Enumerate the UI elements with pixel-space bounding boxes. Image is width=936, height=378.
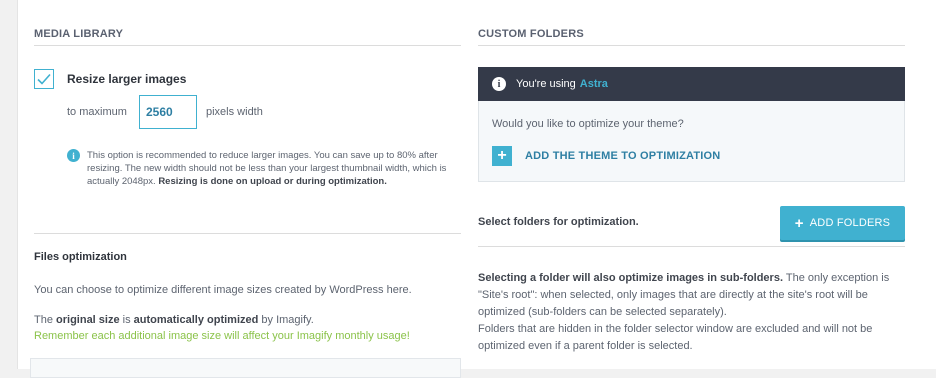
banner-text: You're using Astra [516, 78, 608, 90]
image-sizes-box [30, 358, 461, 378]
add-folders-button[interactable]: + ADD FOLDERS [780, 206, 905, 240]
theme-box [478, 101, 905, 182]
select-folders-title: Select folders for optimization. [478, 216, 639, 228]
text: by Imagify. [258, 314, 314, 326]
divider [34, 45, 461, 46]
theme-question: Would you like to optimize your theme? [492, 118, 684, 130]
theme-name: Astra [579, 78, 608, 90]
info-icon: i [67, 149, 80, 162]
divider [34, 233, 461, 234]
custom-folders-title: CUSTOM FOLDERS [478, 28, 584, 40]
files-optimization-title: Files optimization [34, 251, 127, 263]
text-bold: original size [56, 314, 120, 326]
folders-note: Selecting a folder will also optimize im… [478, 270, 910, 355]
banner-prefix: You're using [516, 78, 576, 90]
files-optimization-desc: You can choose to optimize different ima… [34, 284, 412, 296]
text-bold: automatically optimized [133, 314, 259, 326]
usage-warning: Remember each additional image size will… [34, 330, 410, 342]
folders-note-bold: Selecting a folder will also optimize im… [478, 272, 784, 284]
admin-sidebar-edge [0, 0, 18, 369]
checkmark-icon [37, 73, 51, 85]
resize-checkbox[interactable] [34, 69, 54, 89]
resize-label: Resize larger images [67, 72, 187, 86]
plus-icon: + [794, 214, 804, 232]
folders-note-hidden: Folders that are hidden in the folder se… [478, 323, 873, 352]
info-icon: i [492, 77, 506, 91]
add-folders-label: ADD FOLDERS [809, 217, 891, 229]
plus-icon[interactable]: + [492, 146, 512, 166]
max-width-input[interactable] [139, 95, 197, 129]
text: The [34, 314, 57, 326]
theme-banner: i You're using Astra [478, 67, 905, 101]
text: is [119, 314, 134, 326]
divider [478, 246, 905, 247]
divider [478, 45, 905, 46]
media-library-title: MEDIA LIBRARY [34, 28, 124, 40]
max-suffix-label: pixels width [206, 106, 263, 118]
resize-note-bold: Resizing is done on upload or during opt… [158, 176, 387, 188]
original-size-note: The original size is automatically optim… [34, 312, 410, 344]
add-theme-link[interactable]: ADD THE THEME TO OPTIMIZATION [525, 150, 720, 162]
max-prefix-label: to maximum [67, 106, 127, 118]
resize-note: This option is recommended to reduce lar… [87, 149, 459, 189]
